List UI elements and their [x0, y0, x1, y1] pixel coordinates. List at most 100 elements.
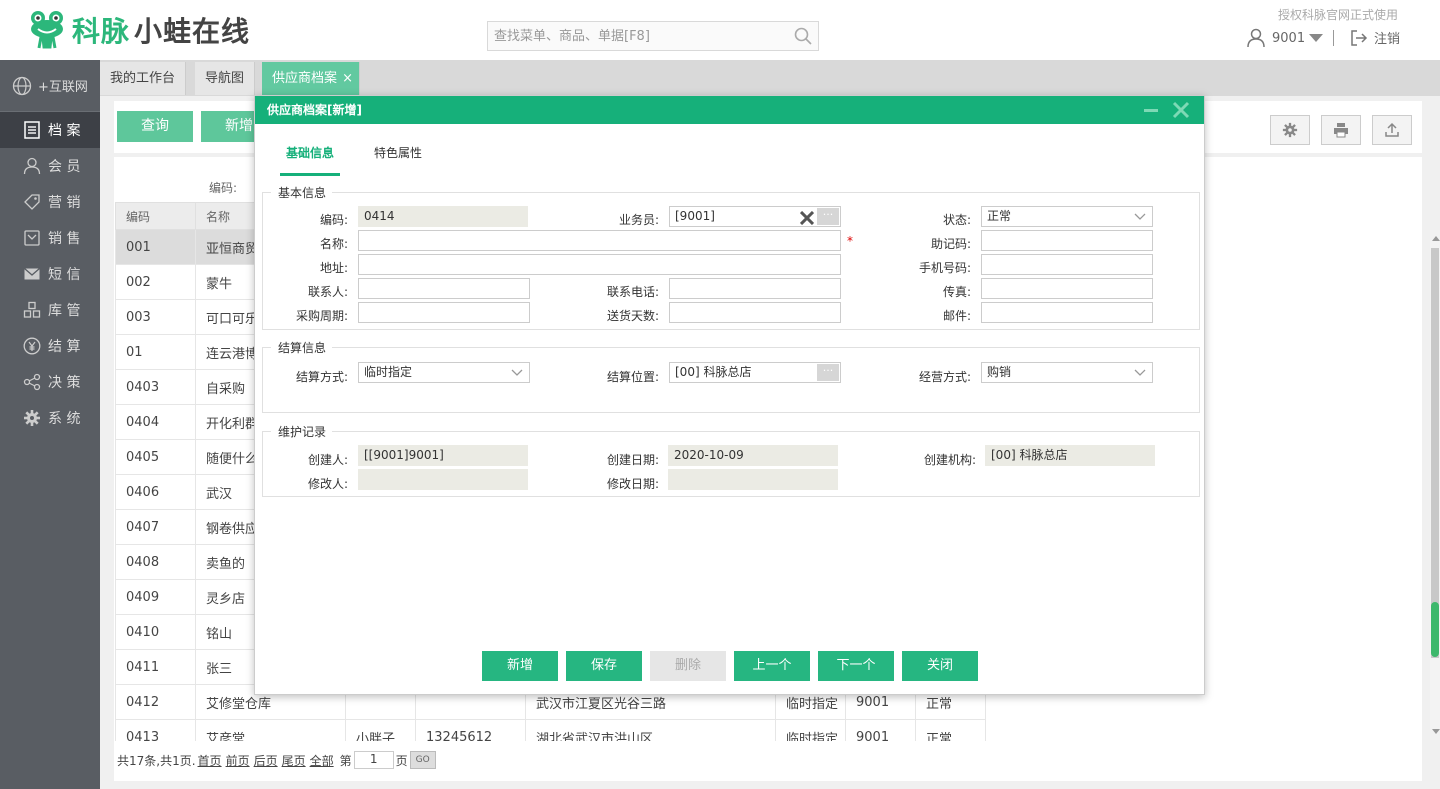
- delivery-days-input[interactable]: [669, 302, 841, 323]
- mail-icon: [22, 264, 42, 284]
- section-legend: 基本信息: [271, 184, 333, 201]
- settle-location-value: [00] 科脉总店: [675, 365, 752, 379]
- dialog-tabs: 基础信息 特色属性: [280, 144, 456, 176]
- contact-input[interactable]: [358, 278, 530, 299]
- dialog-next-button[interactable]: 下一个: [818, 651, 894, 681]
- lookup-button[interactable]: ···: [817, 364, 839, 381]
- tab-special-attributes[interactable]: 特色属性: [374, 144, 422, 176]
- sidebar-item-decision[interactable]: 决 策: [0, 364, 100, 400]
- minimize-icon[interactable]: [1144, 109, 1158, 112]
- pager-summary: 共17条,共1页.: [117, 753, 196, 768]
- pager-prev[interactable]: 前页: [226, 752, 250, 769]
- column-header[interactable]: 编码: [115, 202, 196, 230]
- app-logo: 科脉 小蛙在线: [28, 8, 250, 52]
- chevron-down-icon: [1134, 213, 1146, 220]
- sidebar-label: 档 案: [48, 123, 81, 139]
- gear-icon: [1282, 122, 1298, 138]
- pager-last[interactable]: 尾页: [282, 752, 306, 769]
- tab-navigation[interactable]: 导航图: [195, 62, 256, 95]
- modifier-label: 修改人:: [307, 477, 348, 491]
- delivery-days-label: 送货天数:: [606, 309, 659, 323]
- go-button[interactable]: GO: [409, 751, 436, 769]
- address-label: 地址:: [319, 261, 348, 275]
- dialog-delete-button[interactable]: 删除: [650, 651, 726, 681]
- sidebar-item-settlement[interactable]: 结 算: [0, 328, 100, 364]
- sidebar-item-system[interactable]: 系 统: [0, 400, 100, 436]
- salesman-input[interactable]: [9001] ···: [669, 206, 841, 227]
- fax-input[interactable]: [981, 278, 1153, 299]
- user-name: 9001: [1272, 30, 1306, 46]
- cell-code: 0407: [115, 509, 196, 545]
- sidebar-item-sales[interactable]: 销 售: [0, 220, 100, 256]
- globe-icon: [12, 76, 32, 96]
- mobile-input[interactable]: [981, 254, 1153, 275]
- cell-code: 0408: [115, 544, 196, 580]
- tab-basic-info[interactable]: 基础信息: [280, 144, 341, 176]
- pager-all[interactable]: 全部: [310, 752, 334, 769]
- name-input[interactable]: [358, 230, 841, 251]
- status-value: 正常: [987, 209, 1012, 223]
- status-label: 状态:: [942, 213, 971, 227]
- settle-location-input[interactable]: [00] 科脉总店 ···: [669, 362, 841, 383]
- user-menu[interactable]: 9001: [1246, 28, 1324, 48]
- scroll-up-icon[interactable]: [1432, 235, 1440, 241]
- global-search[interactable]: [487, 21, 819, 51]
- sidebar-item-inventory[interactable]: 库 管: [0, 292, 100, 328]
- tab-workbench[interactable]: 我的工作台: [100, 62, 187, 95]
- side-handle[interactable]: [1431, 602, 1439, 657]
- query-button[interactable]: 查询: [117, 111, 193, 142]
- purchase-cycle-label: 采购周期:: [295, 309, 348, 323]
- status-select[interactable]: 正常: [981, 206, 1153, 227]
- dialog-prev-button[interactable]: 上一个: [734, 651, 810, 681]
- sidebar-label: 营 销: [48, 195, 81, 211]
- pager-first[interactable]: 首页: [198, 752, 222, 769]
- tag-icon: [22, 192, 42, 212]
- sidebar-item-internet[interactable]: +互联网: [0, 60, 100, 112]
- sidebar-item-archive[interactable]: 档 案: [0, 112, 100, 148]
- upload-icon: [1385, 122, 1399, 137]
- modifier-input: [358, 469, 528, 490]
- clear-icon[interactable]: [800, 211, 814, 225]
- email-input[interactable]: [981, 302, 1153, 323]
- maintenance-section: 维护记录 创建人: [[9001]9001] 创建日期: 2020-10-09 …: [262, 423, 1200, 497]
- print-button[interactable]: [1321, 115, 1361, 145]
- cell-code: 0406: [115, 474, 196, 510]
- scroll-down-icon[interactable]: [1432, 729, 1440, 735]
- sidebar-label: 系 统: [48, 411, 81, 427]
- purchase-cycle-input[interactable]: [358, 302, 530, 323]
- logout-icon: [1351, 29, 1368, 46]
- logout-button[interactable]: 注销: [1350, 28, 1400, 47]
- close-icon[interactable]: [1172, 101, 1190, 119]
- business-mode-select[interactable]: 购销: [981, 362, 1153, 383]
- sidebar-item-marketing[interactable]: 营 销: [0, 184, 100, 220]
- code-input[interactable]: 0414: [358, 206, 528, 227]
- page-number-input[interactable]: 1: [353, 751, 394, 769]
- close-tab-icon[interactable]: ×: [342, 62, 353, 95]
- address-input[interactable]: [358, 254, 841, 275]
- chevron-down-icon: [1134, 369, 1146, 376]
- dialog-header: 供应商档案[新增]: [255, 96, 1204, 124]
- export-button[interactable]: [1372, 115, 1412, 145]
- sidebar-item-sms[interactable]: 短 信: [0, 256, 100, 292]
- pager-next[interactable]: 后页: [254, 752, 278, 769]
- search-input[interactable]: [488, 22, 778, 50]
- dialog-add-button[interactable]: 新增: [482, 651, 558, 681]
- sidebar-item-member[interactable]: 会 员: [0, 148, 100, 184]
- cell-code: 0403: [115, 369, 196, 405]
- sidebar: +互联网 档 案 会 员 营 销 销 售 短 信 库 管 结 算 决 策 系 统: [0, 60, 100, 789]
- phone-input[interactable]: [669, 278, 841, 299]
- content-bottom-strip: [100, 781, 1440, 789]
- settlement-section: 结算信息 结算方式: 临时指定 结算位置: [00] 科脉总店 ··· 经营方式…: [262, 339, 1200, 413]
- settle-method-select[interactable]: 临时指定: [358, 362, 530, 383]
- settings-button[interactable]: [1270, 115, 1310, 145]
- dialog-close-button[interactable]: 关闭: [902, 651, 978, 681]
- dialog-save-button[interactable]: 保存: [566, 651, 642, 681]
- settle-method-value: 临时指定: [364, 365, 413, 379]
- mnemonic-input[interactable]: [981, 230, 1153, 251]
- top-header: 科脉 小蛙在线 授权科脉官网正式使用 9001 注销: [0, 0, 1440, 60]
- lookup-button[interactable]: ···: [817, 208, 839, 225]
- tab-supplier-archive[interactable]: 供应商档案 ×: [262, 62, 361, 95]
- scrollbar-thumb[interactable]: [1431, 248, 1439, 658]
- search-icon[interactable]: [794, 27, 812, 45]
- brand-subtitle: 小蛙在线: [134, 15, 251, 48]
